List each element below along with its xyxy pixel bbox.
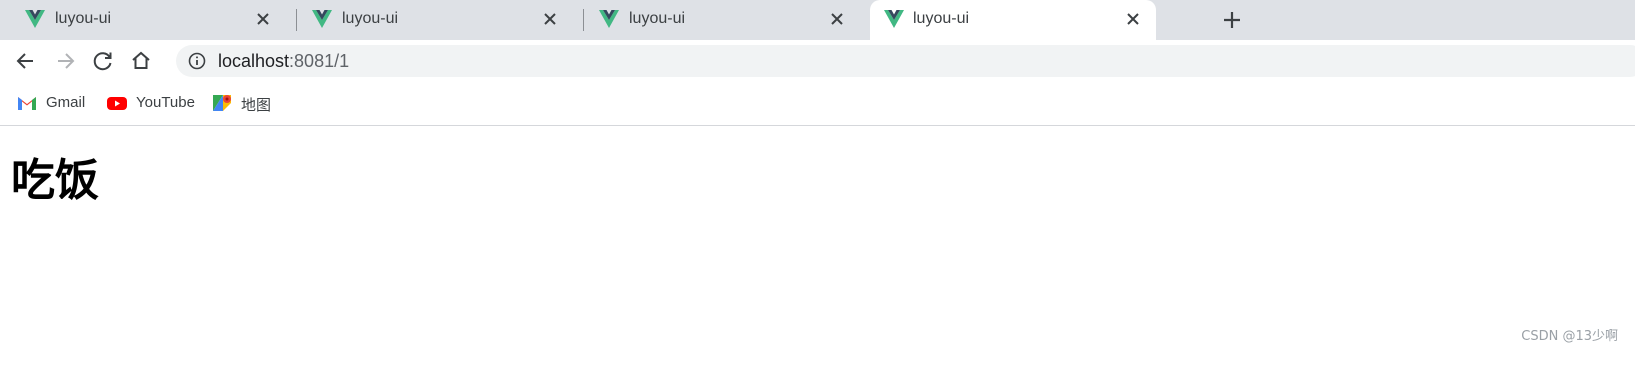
tab-title: luyou-ui bbox=[55, 10, 112, 27]
maps-icon bbox=[213, 95, 231, 111]
tab-2[interactable]: luyou-ui bbox=[287, 0, 573, 38]
bookmarks-bar: Gmail YouTube 地图 bbox=[0, 82, 1635, 126]
reload-icon[interactable] bbox=[90, 48, 116, 74]
close-icon[interactable] bbox=[252, 8, 274, 30]
page-heading: 吃饭 bbox=[11, 155, 99, 206]
bookmark-label: Gmail bbox=[46, 94, 86, 111]
url-text[interactable]: localhost:8081/1 bbox=[218, 51, 349, 72]
tab-title: luyou-ui bbox=[913, 10, 970, 27]
youtube-icon bbox=[107, 97, 127, 110]
vue-logo-icon bbox=[25, 10, 45, 28]
tab-4-active[interactable]: luyou-ui bbox=[870, 0, 1156, 40]
bookmark-label: 地图 bbox=[241, 97, 272, 114]
browser-toolbar: localhost:8081/1 bbox=[0, 40, 1635, 82]
tab-title: luyou-ui bbox=[629, 10, 686, 27]
info-icon[interactable] bbox=[188, 52, 206, 70]
tab-strip: luyou-ui luyou-ui luyou-ui luyou-ui bbox=[0, 0, 1635, 40]
close-icon[interactable] bbox=[1122, 8, 1144, 30]
close-icon[interactable] bbox=[826, 8, 848, 30]
vue-logo-icon bbox=[599, 10, 619, 28]
bookmark-label: YouTube bbox=[136, 94, 195, 111]
tab-title: luyou-ui bbox=[342, 10, 399, 27]
forward-arrow-icon[interactable] bbox=[52, 48, 78, 74]
tab-3[interactable]: luyou-ui bbox=[574, 0, 860, 38]
url-path: :8081/1 bbox=[289, 51, 350, 71]
new-tab-plus-icon[interactable] bbox=[1219, 7, 1245, 33]
home-icon[interactable] bbox=[128, 48, 154, 74]
vue-logo-icon bbox=[312, 10, 332, 28]
vue-logo-icon bbox=[884, 10, 904, 28]
address-bar[interactable]: localhost:8081/1 bbox=[176, 45, 1635, 77]
gmail-icon bbox=[18, 97, 36, 110]
watermark-text: CSDN @13少啊 bbox=[1521, 329, 1618, 344]
back-arrow-icon[interactable] bbox=[13, 48, 39, 74]
url-host: localhost bbox=[218, 51, 290, 71]
tab-1[interactable]: luyou-ui bbox=[0, 0, 286, 38]
close-icon[interactable] bbox=[539, 8, 561, 30]
